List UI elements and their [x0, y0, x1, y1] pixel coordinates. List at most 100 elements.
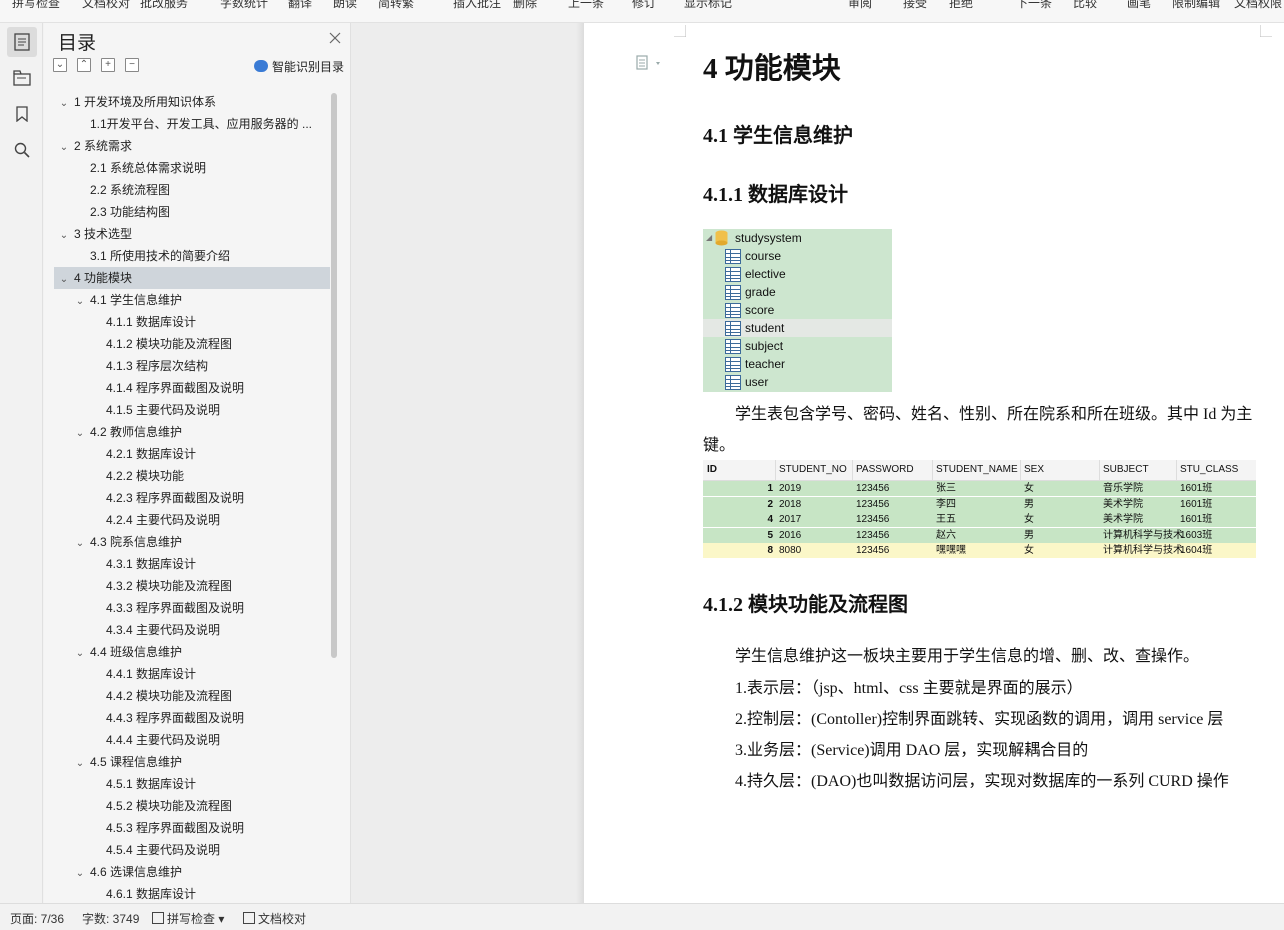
chevron-down-icon[interactable]: ⌄ — [58, 225, 70, 245]
collapse-all-icon[interactable]: ⌄ — [53, 58, 67, 72]
page-indicator[interactable]: 页面: 7/36 — [10, 910, 64, 927]
chevron-down-icon[interactable]: ⌄ — [74, 533, 86, 553]
ribbon-item[interactable]: 审阅 — [848, 0, 872, 11]
toc-item[interactable]: ⌄ 4.2 教师信息维护 — [74, 421, 324, 443]
ribbon-item[interactable]: 文档校对 — [82, 0, 130, 11]
toc-item[interactable]: 4.5.4 主要代码及说明 — [106, 839, 324, 861]
ribbon-item[interactable]: 显示标记 — [684, 0, 732, 11]
toc-item[interactable]: 4.5.3 程序界面截图及说明 — [106, 817, 324, 839]
ribbon-item[interactable]: 接受 — [903, 0, 927, 11]
ribbon-item[interactable]: 拼写检查 — [12, 0, 60, 11]
ribbon-item[interactable]: 删除 — [513, 0, 537, 11]
ribbon-item[interactable]: 限制编辑 — [1172, 0, 1220, 11]
toc-item[interactable]: ⌄ 4 功能模块 — [54, 267, 330, 289]
ribbon-item[interactable]: 上一条 — [568, 0, 604, 11]
grid-cell: 1601班 — [1180, 514, 1213, 525]
toc-item[interactable]: ⌄ 4.6 选课信息维护 — [74, 861, 324, 883]
ribbon-item[interactable]: 插入批注 — [453, 0, 501, 11]
toc-item[interactable]: 1.1开发平台、开发工具、应用服务器的 ... — [90, 113, 324, 135]
ribbon-item[interactable]: 下一条 — [1016, 0, 1052, 11]
toc-item[interactable]: 4.6.1 数据库设计 — [106, 883, 324, 901]
toc-item[interactable]: 4.5.2 模块功能及流程图 — [106, 795, 324, 817]
toc-item[interactable]: 4.1.1 数据库设计 — [106, 311, 324, 333]
toc-item[interactable]: ⌄ 4.1 学生信息维护 — [74, 289, 324, 311]
toc-item[interactable]: 4.2.2 模块功能 — [106, 465, 324, 487]
toc-item[interactable]: 4.4.2 模块功能及流程图 — [106, 685, 324, 707]
toc-item[interactable]: ⌄ 2 系统需求 — [58, 135, 324, 157]
toc-item[interactable]: 4.4.4 主要代码及说明 — [106, 729, 324, 751]
toc-item-label: 2.2 系统流程图 — [90, 183, 171, 197]
toc-item-label: 4.4.2 模块功能及流程图 — [106, 689, 233, 703]
toc-item[interactable]: 4.1.3 程序层次结构 — [106, 355, 324, 377]
toc-item-label: 4.2.2 模块功能 — [106, 469, 185, 483]
grid-cell: 123456 — [856, 529, 890, 541]
ribbon-item[interactable]: 简转繁 — [378, 0, 414, 11]
toc-item[interactable]: ⌄ 4.4 班级信息维护 — [74, 641, 324, 663]
ribbon-item[interactable]: 批改服务 — [140, 0, 188, 11]
toc-item[interactable]: ⌄ 4.3 院系信息维护 — [74, 531, 324, 553]
grid-cell: 1604班 — [1180, 545, 1213, 556]
smart-recognize-toc-button[interactable]: 智能识别目录 — [254, 58, 344, 75]
toc-item[interactable]: 4.2.3 程序界面截图及说明 — [106, 487, 324, 509]
ribbon-item[interactable]: 比较 — [1073, 0, 1097, 11]
ribbon-item[interactable]: 拒绝 — [949, 0, 973, 11]
ribbon-item[interactable]: 修订 — [632, 0, 656, 11]
toc-item[interactable]: 4.1.2 模块功能及流程图 — [106, 333, 324, 355]
toc-item[interactable]: 4.4.3 程序界面截图及说明 — [106, 707, 324, 729]
chevron-down-icon[interactable]: ⌄ — [74, 863, 86, 883]
chevron-down-icon[interactable]: ⌄ — [58, 269, 70, 289]
toc-item[interactable]: 2.3 功能结构图 — [90, 201, 324, 223]
toc-item[interactable]: 4.2.4 主要代码及说明 — [106, 509, 324, 531]
search-button[interactable] — [7, 135, 37, 165]
ribbon-item[interactable]: 朗读 — [333, 0, 357, 11]
db-table-item: user — [703, 373, 892, 391]
chapter-nav-button[interactable] — [7, 63, 37, 93]
document-page[interactable]: 4 功能模块 4.1 学生信息维护 4.1.1 数据库设计 ◢ studysyst… — [584, 23, 1284, 903]
toc-item[interactable]: 2.2 系统流程图 — [90, 179, 324, 201]
bookmark-icon — [16, 106, 28, 122]
ribbon-item[interactable]: 画笔 — [1127, 0, 1151, 11]
toc-item[interactable]: 4.5.1 数据库设计 — [106, 773, 324, 795]
chevron-down-icon[interactable]: ⌄ — [58, 93, 70, 113]
ribbon-item[interactable]: 翻译 — [288, 0, 312, 11]
spell-check-toggle[interactable]: 拼写检查 ▾ — [152, 910, 224, 927]
ribbon-item[interactable]: 文档权限 — [1234, 0, 1282, 11]
word-count[interactable]: 字数: 3749 — [82, 910, 139, 927]
toc-item[interactable]: 4.3.1 数据库设计 — [106, 553, 324, 575]
chevron-down-icon[interactable]: ⌄ — [74, 753, 86, 773]
toc-item-label: 4.4 班级信息维护 — [90, 645, 183, 659]
toc-item[interactable]: ⌄ 1 开发环境及所用知识体系 — [58, 91, 324, 113]
toc-item[interactable]: 4.2.1 数据库设计 — [106, 443, 324, 465]
chevron-down-icon[interactable]: ⌄ — [58, 137, 70, 157]
toc-list: ⌄ 1 开发环境及所用知识体系 1.1开发平台、开发工具、应用服务器的 ... ⌄ 2 … — [54, 91, 330, 901]
add-heading-icon[interactable]: + — [101, 58, 115, 72]
toc-scrollbar[interactable] — [331, 93, 337, 658]
toc-item[interactable]: 4.1.5 主要代码及说明 — [106, 399, 324, 421]
toc-panel-button[interactable] — [7, 27, 37, 57]
db-table-item: subject — [703, 337, 892, 355]
ribbon-item[interactable]: 字数统计 — [220, 0, 268, 11]
toc-item[interactable]: 2.1 系统总体需求说明 — [90, 157, 324, 179]
toc-item[interactable]: 4.1.4 程序界面截图及说明 — [106, 377, 324, 399]
expand-up-icon[interactable]: ⌃ — [77, 58, 91, 72]
toc-item[interactable]: ⌄ 4.5 课程信息维护 — [74, 751, 324, 773]
paragraph-handle-icon[interactable] — [636, 55, 664, 71]
toc-item-label: 4.4.1 数据库设计 — [106, 667, 197, 681]
toc-item[interactable]: 4.3.4 主要代码及说明 — [106, 619, 324, 641]
toc-item[interactable]: 4.3.3 程序界面截图及说明 — [106, 597, 324, 619]
toc-item[interactable]: ⌄ 3 技术选型 — [58, 223, 324, 245]
db-table-item: grade — [703, 283, 892, 301]
remove-heading-icon[interactable]: − — [125, 58, 139, 72]
toc-item-label: 4.2 教师信息维护 — [90, 425, 183, 439]
chevron-down-icon[interactable]: ⌄ — [74, 291, 86, 311]
toc-item[interactable]: 4.4.1 数据库设计 — [106, 663, 324, 685]
bookmark-button[interactable] — [7, 99, 37, 129]
proofread-toggle[interactable]: 文档校对 — [243, 910, 306, 927]
toc-item-label: 4 功能模块 — [74, 271, 133, 285]
toc-item[interactable]: 3.1 所使用技术的简要介绍 — [90, 245, 324, 267]
chevron-down-icon[interactable]: ⌄ — [74, 423, 86, 443]
close-icon[interactable] — [328, 31, 342, 45]
toc-item[interactable]: 4.3.2 模块功能及流程图 — [106, 575, 324, 597]
chevron-down-icon[interactable]: ⌄ — [74, 643, 86, 663]
table-icon — [725, 303, 741, 318]
